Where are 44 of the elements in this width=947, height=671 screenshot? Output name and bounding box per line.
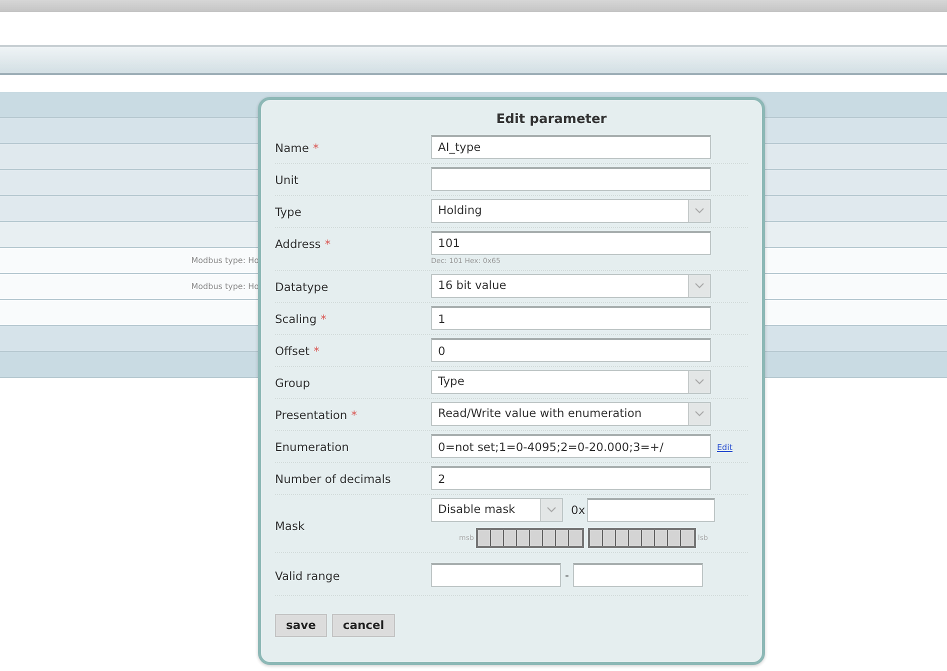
field-label: Group [275,375,312,392]
select-field[interactable]: Holding [431,198,711,222]
required-mark: * [312,140,319,154]
range-to-field[interactable] [572,563,703,587]
field-label: Mask [275,518,306,535]
dialog-title: Edit parameter [495,111,608,129]
select-field[interactable]: Type [431,370,711,394]
select-field[interactable]: Disable mask [431,498,563,522]
hex-field[interactable] [587,498,716,522]
input-field[interactable]: 0=not set;1=0-4095;2=0-20.000;3=+/ [431,434,711,458]
field-label: Number of decimals [275,471,392,488]
select-field[interactable]: 16 bit value [431,274,711,298]
field-label: Type [275,204,302,220]
input-field[interactable] [431,166,711,190]
field-label: Offset [275,344,310,358]
range-separator: - [564,568,570,584]
hex-prefix: 0x [571,502,586,519]
field-label: Scaling [275,312,317,326]
input-field[interactable]: 101 [431,230,711,254]
input-field[interactable]: 2 [431,466,711,490]
input-field[interactable]: AI_type [431,134,711,158]
required-mark: * [320,312,326,326]
field-label: Enumeration [275,439,350,456]
cancel-button[interactable]: cancel [332,614,396,638]
required-mark: * [314,344,320,358]
field-label: Presentation [275,408,348,422]
caret-icon [695,208,704,214]
caret-icon [695,411,704,417]
required-mark: * [351,408,357,422]
field-label: Name [275,140,309,154]
input-field[interactable]: 0 [431,338,711,362]
required-mark: * [324,236,331,250]
caret-icon [547,507,556,513]
caret-icon [695,379,704,385]
caret-icon [695,283,704,289]
field-label: Datatype [275,279,330,296]
select-field[interactable]: Read/Write value with enumeration [431,402,711,426]
range-from-field[interactable] [431,563,561,587]
field-label: Unit [275,172,300,188]
field-label: Valid range [275,568,341,585]
input-field[interactable]: 1 [431,306,711,330]
edit-link[interactable]: Edit [717,442,732,458]
field-label: Address [275,236,321,250]
save-button[interactable]: save [275,614,327,638]
